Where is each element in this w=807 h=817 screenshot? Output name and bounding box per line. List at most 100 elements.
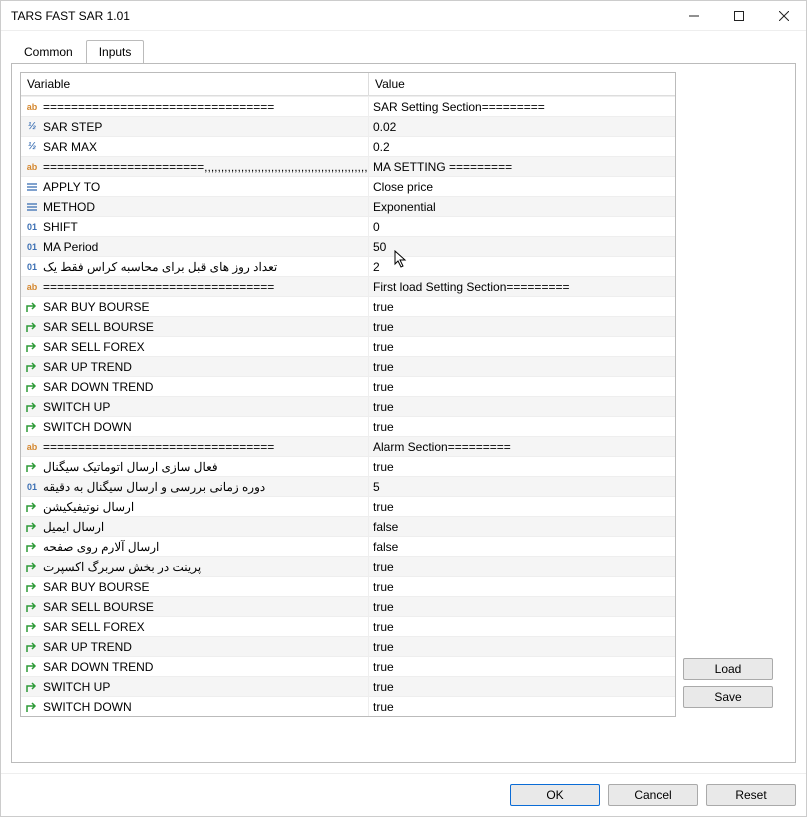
- variable-cell: ارسال آلارم روی صفحه: [21, 537, 369, 556]
- value-cell[interactable]: 0.2: [369, 137, 675, 156]
- table-row[interactable]: SAR DOWN TRENDtrue: [21, 656, 675, 676]
- value-cell[interactable]: true: [369, 617, 675, 636]
- cancel-button[interactable]: Cancel: [608, 784, 698, 806]
- reset-button[interactable]: Reset: [706, 784, 796, 806]
- variable-cell: SAR SELL FOREX: [21, 617, 369, 636]
- tab-inputs[interactable]: Inputs: [86, 40, 145, 64]
- table-row[interactable]: ab=======================,,,,,,,,,,,,,,,…: [21, 156, 675, 176]
- close-button[interactable]: [761, 1, 806, 30]
- value-cell[interactable]: true: [369, 357, 675, 376]
- half-type-icon: ½: [25, 140, 39, 154]
- variable-label: SAR SELL BOURSE: [43, 600, 154, 614]
- table-row[interactable]: SAR SELL BOURSEtrue: [21, 316, 675, 336]
- value-cell[interactable]: SAR Setting Section=========: [369, 97, 675, 116]
- table-row[interactable]: SWITCH UPtrue: [21, 396, 675, 416]
- minimize-button[interactable]: [671, 1, 716, 30]
- value-cell[interactable]: 5: [369, 477, 675, 496]
- value-cell[interactable]: true: [369, 677, 675, 696]
- enum-type-icon: [25, 180, 39, 194]
- bool-type-icon: [25, 320, 39, 334]
- table-row[interactable]: SAR SELL FOREXtrue: [21, 616, 675, 636]
- table-row[interactable]: ½SAR STEP0.02: [21, 116, 675, 136]
- value-cell[interactable]: 2: [369, 257, 675, 276]
- variable-label: SAR SELL FOREX: [43, 340, 145, 354]
- value-cell[interactable]: true: [369, 397, 675, 416]
- bool-type-icon: [25, 620, 39, 634]
- value-cell[interactable]: true: [369, 557, 675, 576]
- table-row[interactable]: پرینت در بخش سربرگ اکسپرتtrue: [21, 556, 675, 576]
- column-header-variable[interactable]: Variable: [21, 73, 369, 95]
- half-type-icon: ½: [25, 120, 39, 134]
- value-cell[interactable]: Alarm Section=========: [369, 437, 675, 456]
- value-cell[interactable]: true: [369, 497, 675, 516]
- table-row[interactable]: ارسال ایمیلfalse: [21, 516, 675, 536]
- variable-label: دوره زمانی بررسی و ارسال سیگنال به دقیقه: [43, 480, 265, 494]
- table-row[interactable]: ab=================================SAR S…: [21, 96, 675, 116]
- value-cell[interactable]: true: [369, 337, 675, 356]
- close-icon: [779, 11, 789, 21]
- variable-cell: پرینت در بخش سربرگ اکسپرت: [21, 557, 369, 576]
- table-row[interactable]: ارسال نوتیفیکیشنtrue: [21, 496, 675, 516]
- bool-type-icon: [25, 420, 39, 434]
- variable-cell: SWITCH UP: [21, 397, 369, 416]
- value-cell[interactable]: First load Setting Section=========: [369, 277, 675, 296]
- table-row[interactable]: SAR UP TRENDtrue: [21, 636, 675, 656]
- value-cell[interactable]: 0: [369, 217, 675, 236]
- save-button[interactable]: Save: [683, 686, 773, 708]
- table-row[interactable]: SAR SELL BOURSE true: [21, 596, 675, 616]
- value-cell[interactable]: 50: [369, 237, 675, 256]
- value-cell[interactable]: false: [369, 517, 675, 536]
- value-cell[interactable]: true: [369, 597, 675, 616]
- table-row[interactable]: METHOD Exponential: [21, 196, 675, 216]
- value-cell[interactable]: true: [369, 697, 675, 716]
- value-cell[interactable]: Close price: [369, 177, 675, 196]
- table-row[interactable]: SAR SELL FOREX true: [21, 336, 675, 356]
- table-row[interactable]: 01دوره زمانی بررسی و ارسال سیگنال به دقی…: [21, 476, 675, 496]
- table-row[interactable]: SAR BUY BOURSE true: [21, 296, 675, 316]
- value-cell[interactable]: true: [369, 657, 675, 676]
- variable-cell: فعال سازی ارسال اتوماتیک سیگنال: [21, 457, 369, 476]
- variable-label: =================================: [43, 440, 274, 454]
- table-row[interactable]: SWITCH DOWN true: [21, 696, 675, 716]
- load-button[interactable]: Load: [683, 658, 773, 680]
- bool-type-icon: [25, 660, 39, 674]
- table-row[interactable]: فعال سازی ارسال اتوماتیک سیگنالtrue: [21, 456, 675, 476]
- value-cell[interactable]: true: [369, 457, 675, 476]
- table-row[interactable]: APPLY TOClose price: [21, 176, 675, 196]
- variable-label: SWITCH DOWN: [43, 700, 132, 714]
- variable-label: SAR BUY BOURSE: [43, 300, 149, 314]
- table-row[interactable]: SAR BUY BOURSEtrue: [21, 576, 675, 596]
- table-row[interactable]: SAR DOWN TRENDtrue: [21, 376, 675, 396]
- value-cell[interactable]: true: [369, 637, 675, 656]
- table-row[interactable]: 01MA Period50: [21, 236, 675, 256]
- value-cell[interactable]: true: [369, 317, 675, 336]
- table-row[interactable]: ab=================================First…: [21, 276, 675, 296]
- table-row[interactable]: SWITCH UPtrue: [21, 676, 675, 696]
- table-row[interactable]: SAR UP TRENDtrue: [21, 356, 675, 376]
- 01-type-icon: 01: [25, 220, 39, 234]
- content-panel: Variable Value ab=======================…: [11, 63, 796, 763]
- maximize-button[interactable]: [716, 1, 761, 30]
- table-row[interactable]: ارسال آلارم روی صفحهfalse: [21, 536, 675, 556]
- variable-cell: SAR SELL FOREX: [21, 337, 369, 356]
- value-cell[interactable]: true: [369, 297, 675, 316]
- value-cell[interactable]: true: [369, 377, 675, 396]
- bool-type-icon: [25, 580, 39, 594]
- ok-button[interactable]: OK: [510, 784, 600, 806]
- table-row[interactable]: ½SAR MAX0.2: [21, 136, 675, 156]
- variable-label: METHOD: [43, 200, 95, 214]
- value-cell[interactable]: Exponential: [369, 197, 675, 216]
- value-cell[interactable]: false: [369, 537, 675, 556]
- table-row[interactable]: 01تعداد روز های قبل برای محاسبه کراس فقط…: [21, 256, 675, 276]
- side-buttons: Load Save: [683, 658, 773, 708]
- value-cell[interactable]: true: [369, 417, 675, 436]
- column-header-value[interactable]: Value: [369, 73, 675, 95]
- table-row[interactable]: 01SHIFT0: [21, 216, 675, 236]
- value-cell[interactable]: 0.02: [369, 117, 675, 136]
- table-row[interactable]: ab=================================Alarm…: [21, 436, 675, 456]
- value-cell[interactable]: MA SETTING =========: [369, 157, 675, 176]
- bool-type-icon: [25, 300, 39, 314]
- tab-common[interactable]: Common: [11, 40, 86, 64]
- value-cell[interactable]: true: [369, 577, 675, 596]
- table-row[interactable]: SWITCH DOWNtrue: [21, 416, 675, 436]
